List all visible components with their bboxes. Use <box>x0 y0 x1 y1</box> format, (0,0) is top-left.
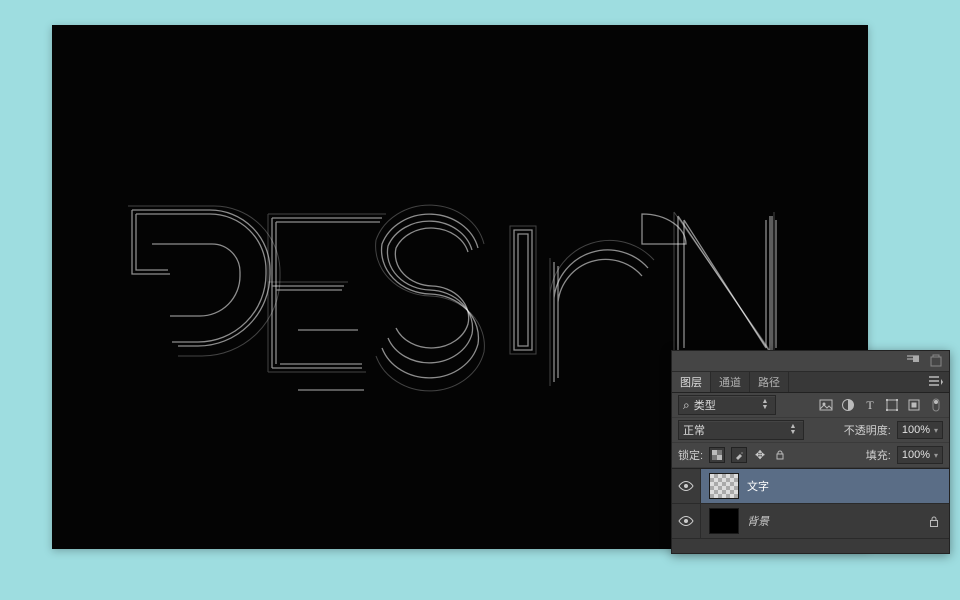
filter-image-icon[interactable] <box>819 398 833 412</box>
layer-body[interactable]: 文字 <box>701 469 949 503</box>
filter-adjust-icon[interactable] <box>841 398 855 412</box>
opacity-value: 100% <box>902 424 930 436</box>
visibility-toggle[interactable] <box>672 469 701 503</box>
tab-paths[interactable]: 路径 <box>750 372 789 392</box>
layer-name: 文字 <box>747 478 941 494</box>
panel-tabs: 图层 通道 路径 <box>672 372 949 393</box>
lock-icon <box>927 516 941 527</box>
layer-thumbnail <box>709 473 739 499</box>
layers-empty-area[interactable] <box>672 539 949 553</box>
opacity-label: 不透明度: <box>844 422 891 438</box>
eye-icon <box>678 480 694 492</box>
opacity-field[interactable]: 100% ▾ <box>897 421 943 439</box>
blend-mode-value: 正常 <box>683 422 705 438</box>
layers-panel: 图层 通道 路径 ⌕ 类型 ▲▼ T 正常 ▲▼ 不透明度: 100% <box>671 350 950 554</box>
select-arrows-icon: ▲▼ <box>759 399 771 411</box>
filter-kind-label: 类型 <box>694 397 716 413</box>
lock-move-icon[interactable]: ✥ <box>753 448 767 462</box>
layer-filter-row: ⌕ 类型 ▲▼ T <box>672 393 949 418</box>
filter-toggle-icon[interactable] <box>929 398 943 412</box>
filter-icons: T <box>819 398 943 412</box>
layer-row[interactable]: 文字 <box>672 469 949 504</box>
visibility-toggle[interactable] <box>672 504 701 538</box>
blend-row: 正常 ▲▼ 不透明度: 100% ▾ <box>672 418 949 443</box>
lock-pixels-icon[interactable] <box>709 447 725 463</box>
lock-label: 锁定: <box>678 447 703 463</box>
panel-menu-icon[interactable] <box>923 372 949 392</box>
layer-list: 文字 背景 <box>672 468 949 553</box>
layer-thumbnail <box>709 508 739 534</box>
layer-body[interactable]: 背景 <box>701 504 949 538</box>
lock-row: 锁定: ✥ 填充: 100% ▾ <box>672 443 949 468</box>
fill-value: 100% <box>902 449 930 461</box>
blend-mode-select[interactable]: 正常 ▲▼ <box>678 420 804 440</box>
search-icon: ⌕ <box>683 398 690 413</box>
filter-shape-icon[interactable] <box>885 398 899 412</box>
lock-brush-icon[interactable] <box>731 447 747 463</box>
lock-all-icon[interactable] <box>773 448 787 462</box>
fill-field[interactable]: 100% ▾ <box>897 446 943 464</box>
chevron-down-icon: ▾ <box>934 426 938 435</box>
layer-name: 背景 <box>747 513 919 529</box>
chevron-down-icon: ▾ <box>934 451 938 460</box>
tab-layers[interactable]: 图层 <box>672 372 711 392</box>
select-arrows-icon: ▲▼ <box>787 424 799 436</box>
fill-label: 填充: <box>866 447 891 463</box>
tab-channels[interactable]: 通道 <box>711 372 750 392</box>
filter-text-icon[interactable]: T <box>863 398 877 412</box>
layer-row[interactable]: 背景 <box>672 504 949 539</box>
filter-kind-select[interactable]: ⌕ 类型 ▲▼ <box>678 395 776 415</box>
panel-titlebar <box>672 351 949 372</box>
collapse-icon[interactable] <box>905 353 921 369</box>
close-icon[interactable] <box>929 353 945 369</box>
filter-smart-icon[interactable] <box>907 398 921 412</box>
eye-icon <box>678 515 694 527</box>
